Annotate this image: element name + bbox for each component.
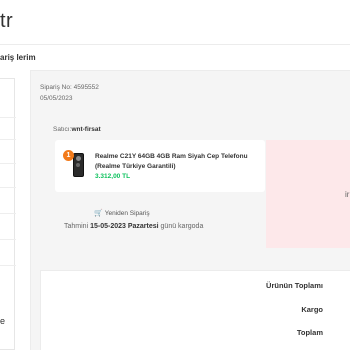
sidebar-divider xyxy=(0,139,16,140)
product-price: 3.312,00 TL xyxy=(95,173,131,180)
product-name[interactable]: Realme C21Y 64GB 4GB Ram Siyah Cep Telef… xyxy=(95,152,265,171)
phone-thumbnail-icon xyxy=(73,153,84,177)
camera-lens-icon xyxy=(76,163,80,167)
sidebar-divider xyxy=(0,163,16,164)
seller-info: Satıcı:wnt-firsat xyxy=(53,126,101,133)
breadcrumb[interactable]: ariş lerim xyxy=(0,53,36,62)
reorder-button[interactable]: 🛒 Yeniden Sipariş xyxy=(94,209,150,217)
summary-shipping-label: Kargo xyxy=(301,305,323,314)
order-number: Sipariş No: 4595552 xyxy=(40,84,99,91)
order-status-panel xyxy=(266,140,350,248)
sidebar-divider xyxy=(0,117,16,118)
site-logo[interactable]: tr xyxy=(0,10,13,33)
estimated-delivery: Tahmini 15-05-2023 Pazartesi günü kargod… xyxy=(64,223,203,230)
order-detail-page: tr ariş lerim e Sipariş No: 4595552 05/0… xyxy=(0,0,350,350)
cart-icon: 🛒 xyxy=(94,210,103,217)
seller-name[interactable]: wnt-firsat xyxy=(71,126,100,133)
summary-items-total-label: Ürünün Toplamı xyxy=(266,281,323,290)
sidebar-divider xyxy=(0,187,16,188)
delivery-suffix: günü kargoda xyxy=(160,223,204,230)
sidebar-divider xyxy=(0,239,16,240)
quantity-badge: 1 xyxy=(63,150,74,161)
status-text: ir xyxy=(345,190,350,199)
sidebar-divider xyxy=(0,213,16,214)
delivery-date: 15-05-2023 Pazartesi xyxy=(90,223,159,230)
seller-prefix: Satıcı: xyxy=(53,126,72,133)
order-date: 05/05/2023 xyxy=(40,95,73,102)
reorder-label: Yeniden Sipariş xyxy=(104,210,150,217)
top-header: tr xyxy=(0,0,350,45)
account-sidebar xyxy=(0,78,16,350)
sidebar-item-label[interactable]: e xyxy=(0,316,5,326)
summary-total-label: Toplam xyxy=(296,328,323,337)
camera-lens-icon xyxy=(76,156,81,161)
delivery-prefix: Tahmini xyxy=(64,223,89,230)
sidebar-divider xyxy=(0,265,16,266)
